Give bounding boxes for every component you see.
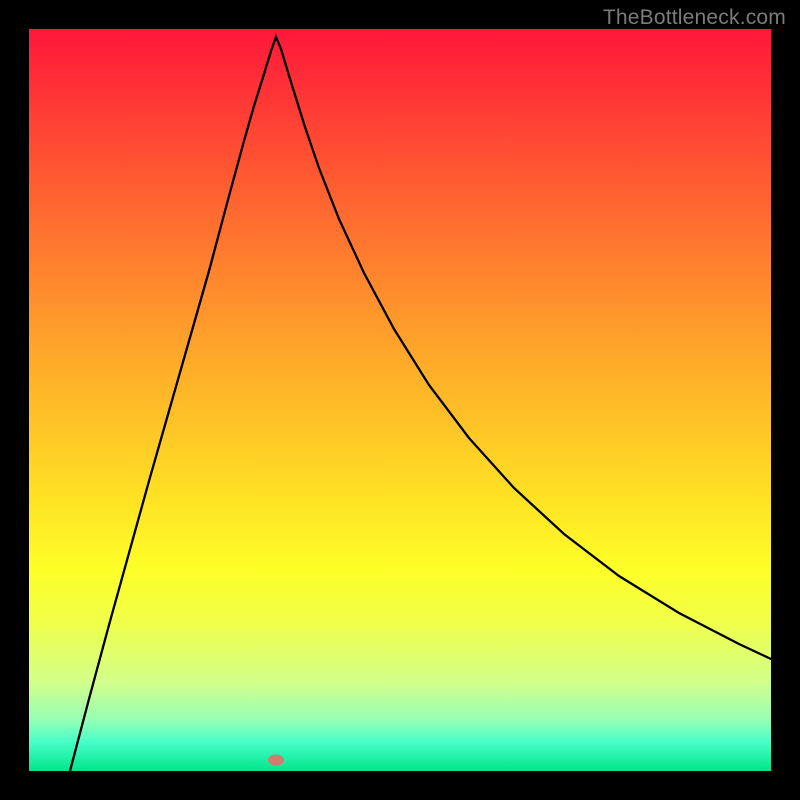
plot-area (29, 29, 771, 771)
chart-curve (70, 37, 771, 771)
optimal-point-marker (268, 755, 284, 766)
curve-layer (29, 29, 771, 771)
watermark-text: TheBottleneck.com (603, 6, 786, 30)
